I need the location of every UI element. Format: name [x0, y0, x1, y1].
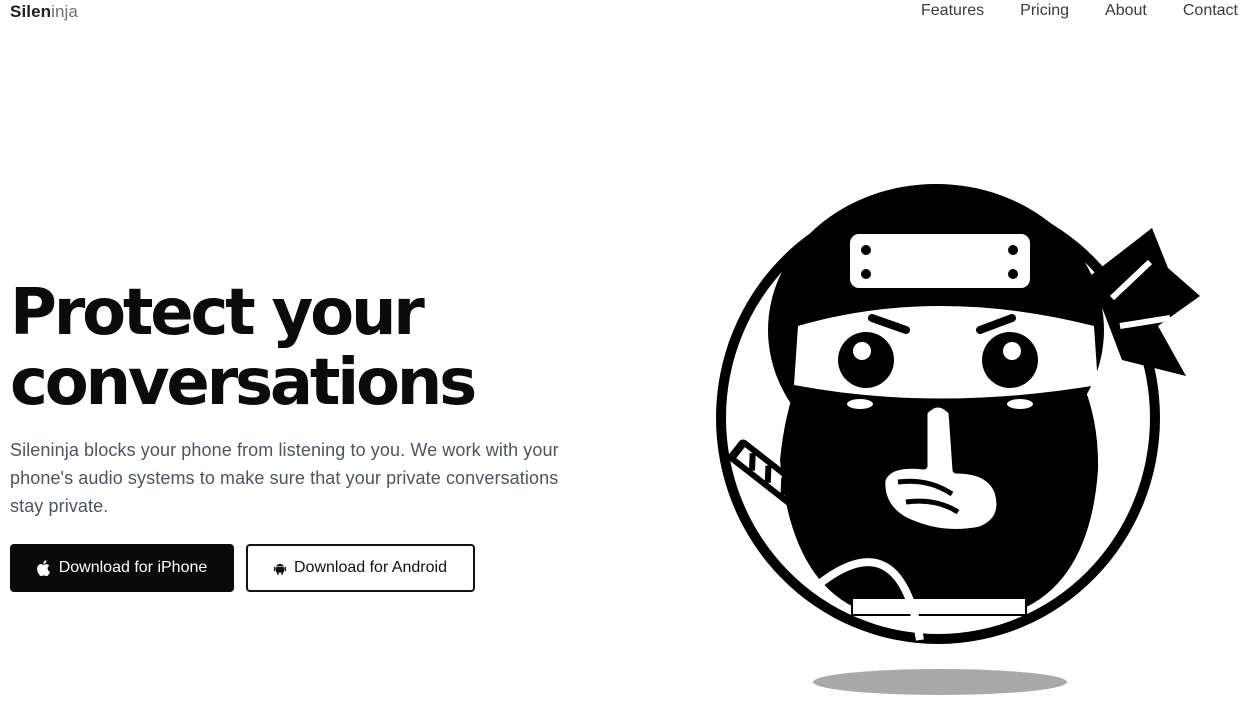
- apple-icon: [36, 560, 51, 576]
- brand-primary: Silen: [10, 2, 52, 21]
- top-nav: Sileninja Features Pricing About Contact: [0, 0, 1246, 26]
- hero-title-line-1: Protect your: [10, 276, 425, 350]
- belt: [851, 597, 1027, 616]
- hero-description: Sileninja blocks your phone from listeni…: [10, 440, 559, 516]
- nav-link-pricing[interactable]: Pricing: [1020, 2, 1069, 20]
- android-icon: [274, 561, 286, 575]
- hero-title-line-2: conversations: [10, 346, 477, 420]
- download-iphone-button[interactable]: Download for iPhone: [10, 544, 234, 592]
- left-eye: [838, 332, 894, 388]
- nav-link-contact[interactable]: Contact: [1183, 2, 1238, 20]
- download-iphone-label: Download for iPhone: [58, 559, 208, 576]
- right-eye: [982, 332, 1038, 388]
- download-android-button[interactable]: Download for Android: [246, 544, 475, 592]
- nav-link-about[interactable]: About: [1105, 2, 1147, 20]
- hero-title: Protect your conversations: [10, 278, 630, 418]
- brand-secondary: inja: [51, 2, 78, 21]
- ninja-mascot-illustration: [716, 184, 1200, 695]
- download-android-label: Download for Android: [294, 559, 447, 576]
- brand-logo[interactable]: Sileninja: [10, 2, 78, 22]
- nav-links: Features Pricing About Contact: [921, 2, 1238, 20]
- nav-link-features[interactable]: Features: [921, 2, 984, 20]
- headband-plate: [850, 234, 1030, 288]
- mascot-shadow: [813, 669, 1067, 695]
